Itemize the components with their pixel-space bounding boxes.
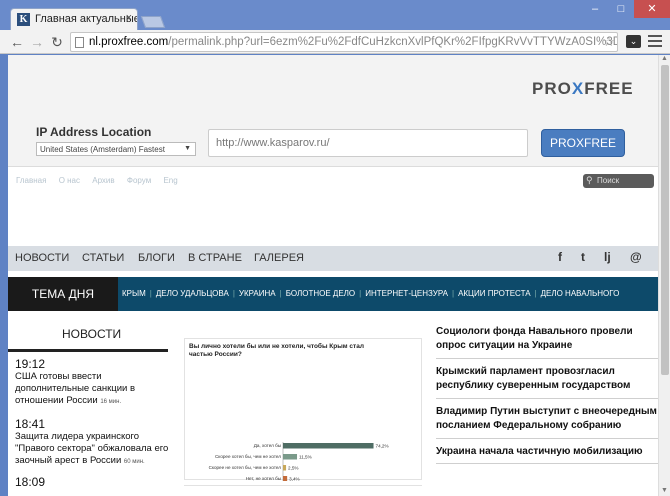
page-icon	[75, 37, 84, 48]
tab-title: Главная актуальные мат	[35, 13, 138, 25]
theme-link[interactable]: КРЫМ	[122, 289, 146, 298]
ip-location-title: IP Address Location	[36, 125, 152, 139]
browser-tab[interactable]: K Главная актуальные мат ×	[10, 8, 138, 30]
chart-value-label: 11,5%	[299, 455, 312, 460]
page-scrollbar[interactable]: ▲ ▼	[658, 55, 670, 496]
chart-category-label: Скорее не хотел бы, чем не хотел	[209, 465, 282, 470]
theme-link[interactable]: БОЛОТНОЕ ДЕЛО	[286, 289, 355, 298]
chart-bar	[283, 454, 298, 460]
address-bar[interactable]: nl.proxfree.com/permalink.php?url=6ezm%2…	[70, 32, 618, 52]
site-main-nav: НОВОСТИ СТАТЬИ БЛОГИ В СТРАНЕ ГАЛЕРЕЯ f …	[8, 246, 662, 271]
proxfree-logo[interactable]: PROXFREE	[532, 79, 634, 99]
news-item[interactable]: 18:09	[15, 475, 175, 489]
theme-of-day-label: ТЕМА ДНЯ	[8, 277, 118, 311]
maximize-icon[interactable]: □	[608, 0, 634, 18]
chart-category-label: Да, хотел бы	[254, 443, 281, 448]
theme-link[interactable]: ДЕЛО НАВАЛЬНОГО	[541, 289, 620, 298]
new-tab-button[interactable]	[140, 16, 166, 28]
chart-bar	[283, 465, 287, 471]
headline-link[interactable]: Владимир Путин выступит с внеочередным п…	[436, 405, 662, 433]
minimize-icon[interactable]: –	[582, 0, 608, 18]
chart-category-label: Скорее хотел бы, чем не хотел	[215, 454, 281, 459]
poll-bottom-border	[184, 485, 422, 489]
poll-chart-svg: Да, хотел бы 74,2% Скорее хотел бы, чем не…	[209, 442, 389, 482]
top-link-forum[interactable]: Форум	[127, 176, 151, 185]
chart-bar	[283, 476, 288, 481]
news-item[interactable]: 18:41 Защита лидера украинского "Правого…	[15, 417, 175, 468]
proxy-url-input[interactable]: http://www.kasparov.ru/	[208, 129, 528, 157]
theme-of-day-bar: ТЕМА ДНЯ КРЫМ | ДЕЛО УДАЛЬЦОВА | УКРАИНА | БОЛ…	[8, 277, 662, 311]
chart-bar	[283, 443, 374, 449]
news-time: 19:12	[15, 357, 46, 371]
proxy-header: PROXFREE IP Address Location United Stat…	[8, 55, 662, 167]
top-link-home[interactable]: Главная	[16, 176, 46, 185]
theme-link[interactable]: ИНТЕРНЕТ-ЦЕНЗУРА	[365, 289, 448, 298]
headline-divider	[436, 358, 662, 359]
chart-value-label: 2,5%	[288, 466, 298, 471]
tab-strip: K Главная актуальные мат × – □ ✕	[0, 0, 670, 30]
news-divider	[8, 349, 168, 352]
top-link-about[interactable]: О нас	[59, 176, 80, 185]
site-top-links: Главная О нас Архив Форум Eng	[16, 176, 188, 185]
news-ago: 16 мин.	[100, 399, 122, 405]
page-content: PROXFREE IP Address Location United Stat…	[8, 55, 662, 496]
nav-gallery[interactable]: ГАЛЕРЕЯ	[254, 252, 304, 264]
headline-divider	[436, 463, 662, 464]
ip-location-value: United States (Amsterdam) Fastest	[40, 145, 165, 154]
facebook-icon[interactable]: f	[558, 250, 562, 264]
pocket-icon[interactable]: ⌄	[626, 35, 641, 48]
theme-link[interactable]: ДЕЛО УДАЛЬЦОВА	[156, 289, 229, 298]
scroll-down-icon[interactable]: ▼	[661, 487, 668, 494]
email-icon[interactable]: @	[630, 250, 642, 264]
address-host: nl.proxfree.com	[89, 36, 169, 48]
news-ago: 60 мин.	[123, 459, 145, 465]
menu-icon[interactable]	[648, 35, 662, 49]
headline-link[interactable]: Социологи фонда Навального провели опрос…	[436, 325, 662, 353]
news-column-title: НОВОСТИ	[62, 327, 122, 341]
browser-window: K Главная актуальные мат × – □ ✕ ← → ↻ n…	[0, 0, 670, 496]
top-link-archive[interactable]: Архив	[92, 176, 114, 185]
back-icon[interactable]: ←	[8, 33, 26, 51]
headline-link[interactable]: Украина начала частичную мобилизацию	[436, 445, 662, 459]
headline-link[interactable]: Крымский парламент провозгласил республи…	[436, 365, 662, 393]
headline-divider	[436, 398, 662, 399]
browser-toolbar: ← → ↻ nl.proxfree.com/permalink.php?url=…	[0, 30, 670, 54]
chevron-down-icon: ▼	[184, 145, 191, 152]
top-link-eng[interactable]: Eng	[163, 176, 177, 185]
news-time: 18:09	[15, 475, 46, 489]
nav-articles[interactable]: СТАТЬИ	[82, 252, 124, 264]
site-favicon-icon: K	[17, 13, 30, 26]
livejournal-icon[interactable]: lj	[604, 250, 611, 264]
proxfree-submit-button[interactable]: PROXFREE	[541, 129, 625, 157]
twitter-icon[interactable]: t	[581, 250, 585, 264]
site-search-placeholder: Поиск	[597, 176, 620, 185]
theme-links: КРЫМ | ДЕЛО УДАЛЬЦОВА | УКРАИНА | БОЛОТНОЕ ДЕЛ…	[122, 289, 620, 298]
scrollbar-thumb[interactable]	[661, 65, 669, 375]
news-text[interactable]: Защита лидера украинского "Правого секто…	[15, 431, 168, 466]
search-icon: ⚲	[586, 175, 593, 185]
headline-divider	[436, 438, 662, 439]
forward-icon[interactable]: →	[28, 33, 46, 51]
chart-value-label: 74,2%	[376, 444, 389, 449]
site-search-input[interactable]: ⚲ Поиск	[583, 174, 654, 188]
nav-country[interactable]: В СТРАНЕ	[188, 252, 242, 264]
poll-chart: Вы лично хотели бы или не хотели, чтобы …	[184, 338, 422, 482]
address-path: /permalink.php?url=6ezm%2Fu%2FdfCuHzkcnX…	[168, 36, 618, 48]
news-time: 18:41	[15, 417, 46, 431]
window-close-icon[interactable]: ✕	[634, 0, 670, 18]
nav-news[interactable]: НОВОСТИ	[15, 252, 69, 264]
chart-value-label: 3,4%	[289, 477, 299, 482]
chart-category-label: Нет, не хотел бы	[246, 476, 281, 481]
ip-location-select[interactable]: United States (Amsterdam) Fastest ▼	[36, 142, 196, 156]
theme-link[interactable]: УКРАИНА	[239, 289, 276, 298]
star-icon[interactable]: ☆	[603, 34, 615, 50]
nav-blogs[interactable]: БЛОГИ	[138, 252, 175, 264]
reload-icon[interactable]: ↻	[48, 33, 66, 51]
theme-link[interactable]: АКЦИИ ПРОТЕСТА	[458, 289, 530, 298]
news-item[interactable]: 19:12 США готовы ввести дополнительные с…	[15, 357, 175, 408]
site-header: Главная О нас Архив Форум Eng ⚲ Поиск	[8, 168, 662, 246]
scroll-up-icon[interactable]: ▲	[661, 55, 668, 62]
tab-close-icon[interactable]: ×	[126, 12, 132, 24]
